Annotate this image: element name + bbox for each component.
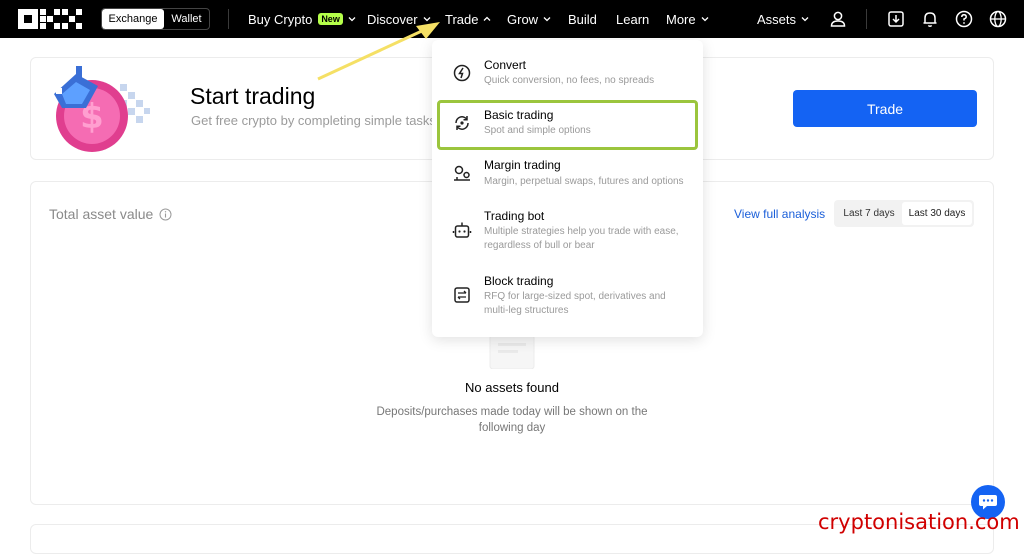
bot-icon [452,222,472,238]
nav-learn-label: Learn [616,11,650,27]
chevron-down-icon [423,17,431,22]
start-trading-title: Start trading [190,83,316,109]
globe-icon[interactable] [988,9,1008,29]
range-last-7-days[interactable]: Last 7 days [836,208,902,219]
nav-grow[interactable]: Grow [507,0,552,38]
block-trading-icon [454,287,470,303]
okx-logo[interactable] [18,9,82,29]
total-asset-value: Total asset value [49,206,172,222]
menu-item-title: Block trading [484,274,554,288]
menu-item-title: Convert [484,58,527,72]
nav-more-label: More [666,11,696,27]
no-assets-title: No assets found [465,380,559,395]
help-icon[interactable] [954,9,974,29]
menu-item-desc: Multiple strategies help you trade with … [484,226,679,251]
date-range-toggle: Last 7 days Last 30 days [834,200,974,227]
menu-item-title: Trading bot [484,209,545,223]
nav-divider [866,9,867,29]
chat-icon [979,495,997,510]
margin-trading-icon [454,165,470,181]
profile-icon[interactable] [828,9,848,29]
trade-dropdown-menu: Convert Quick conversion, no fees, no sp… [432,40,703,337]
nav-grow-label: Grow [507,11,539,27]
nav-divider [228,9,229,29]
chevron-up-icon [484,16,491,21]
chevron-down-icon [701,17,709,22]
nav-build[interactable]: Build [568,0,597,38]
bell-icon[interactable] [920,9,940,29]
menu-item-title: Margin trading [484,158,561,172]
nav-assets-label: Assets [757,11,797,27]
nav-discover-label: Discover [367,11,418,27]
crypto-coin-illustration: $ [54,66,150,152]
top-navigation-bar: Exchange Wallet Buy Crypto New Discover … [0,0,1024,38]
menu-item-desc: RFQ for large-sized spot, derivatives an… [484,291,666,316]
nav-buy-crypto-label: Buy Crypto [248,11,313,27]
chevron-down-icon [543,17,551,22]
download-icon[interactable] [886,9,906,29]
no-assets-subtitle: Deposits/purchases made today will be sh… [376,406,648,434]
highlight-box [437,100,698,150]
nav-discover[interactable]: Discover [367,0,432,38]
trade-button[interactable]: Trade [793,90,977,127]
chevron-down-icon [348,17,356,22]
view-full-analysis-link[interactable]: View full analysis [734,207,825,221]
range-last-30-days[interactable]: Last 30 days [902,202,972,225]
start-trading-subtitle: Get free crypto by completing simple tas… [191,113,436,128]
info-icon[interactable] [159,208,172,221]
total-asset-label: Total asset value [49,206,154,222]
nav-trade-label: Trade [445,11,479,27]
nav-trade[interactable]: Trade [445,0,492,38]
convert-icon [453,64,471,82]
exchange-tab[interactable]: Exchange [102,9,164,29]
wallet-tab[interactable]: Wallet [164,9,209,29]
nav-assets[interactable]: Assets [757,0,810,38]
empty-document-icon [489,334,535,369]
menu-item-desc: Margin, perpetual swaps, futures and opt… [484,176,684,187]
chevron-down-icon [801,17,809,22]
nav-build-label: Build [568,11,597,27]
nav-more[interactable]: More [666,0,710,38]
watermark-text: cryptonisation.com [818,510,1020,534]
exchange-wallet-toggle: Exchange Wallet [101,8,210,30]
nav-learn[interactable]: Learn [616,0,649,38]
new-badge: New [318,13,343,25]
nav-buy-crypto[interactable]: Buy Crypto New [248,0,357,38]
menu-item-desc: Quick conversion, no fees, no spreads [484,75,655,86]
